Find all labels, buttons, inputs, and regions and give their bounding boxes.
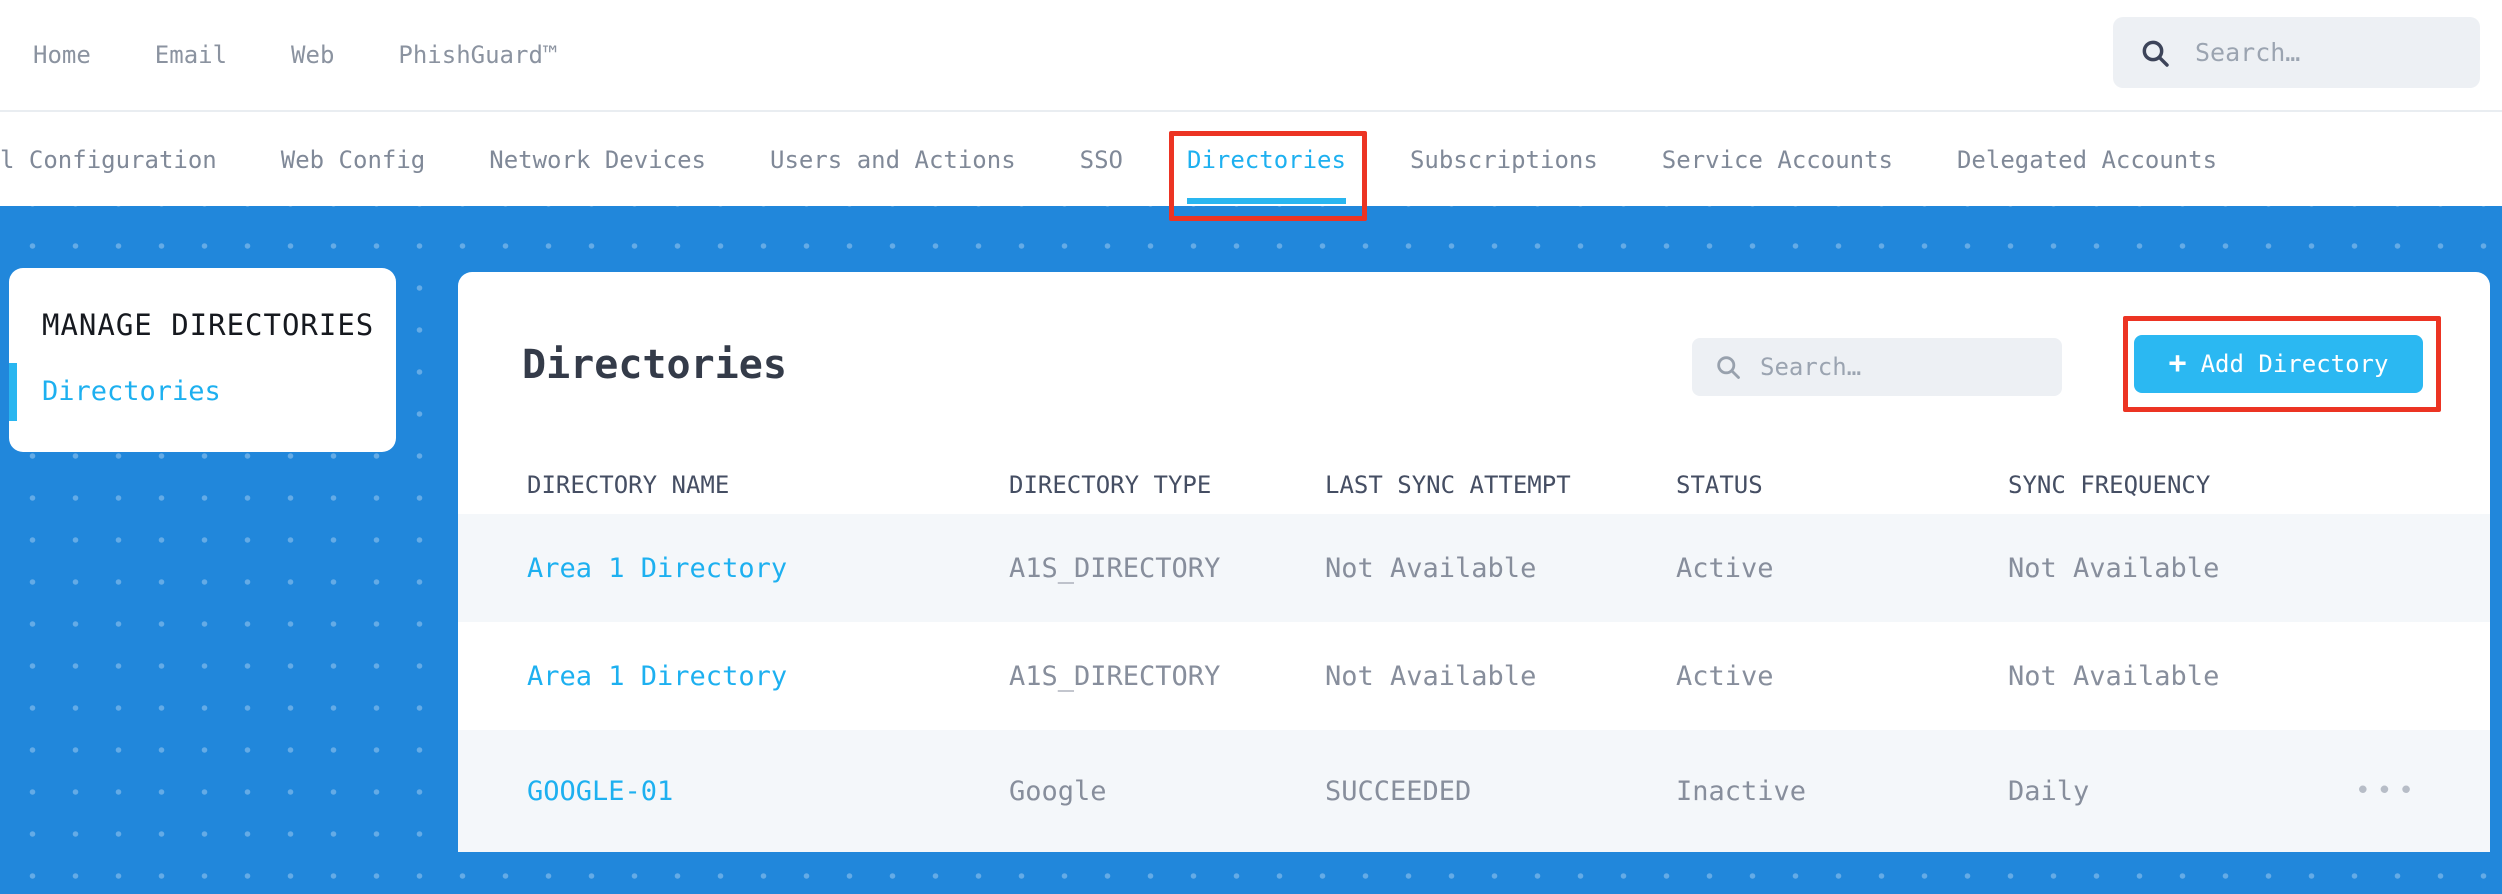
manage-directories-card: MANAGE DIRECTORIES Directories: [9, 268, 396, 452]
nav-home[interactable]: Home: [33, 41, 91, 69]
page-title: Directories: [522, 342, 787, 388]
sync-frequency: Not Available: [2008, 552, 2220, 584]
sync-frequency: Not Available: [2008, 660, 2220, 692]
tab-service-accounts[interactable]: Service Accounts: [1662, 114, 1893, 206]
table-row: Area 1 Directory A1S_DIRECTORY Not Avail…: [458, 622, 2490, 730]
col-directory-name: DIRECTORY NAME: [527, 470, 730, 499]
directory-type: Google: [1009, 775, 1107, 807]
directories-search-input[interactable]: Search…: [1692, 338, 2062, 396]
col-directory-type: DIRECTORY TYPE: [1009, 470, 1212, 499]
tab-users-and-actions[interactable]: Users and Actions: [770, 114, 1016, 206]
directories-table: DIRECTORY NAME DIRECTORY TYPE LAST SYNC …: [458, 455, 2490, 852]
annotation-box-add-directory: [2123, 316, 2441, 412]
sidebar-item-directories[interactable]: Directories: [42, 376, 221, 407]
tab-subscriptions[interactable]: Subscriptions: [1410, 114, 1598, 206]
search-icon: [1717, 356, 1740, 379]
sync-frequency: Daily: [2008, 775, 2090, 807]
directory-name-link[interactable]: Area 1 Directory: [527, 553, 1009, 584]
directory-name-link[interactable]: Area 1 Directory: [527, 661, 1009, 692]
tab-delegated-accounts[interactable]: Delegated Accounts: [1957, 114, 2217, 206]
active-item-indicator: [9, 363, 17, 421]
nav-phishguard[interactable]: PhishGuard™: [398, 41, 557, 69]
status: Inactive: [1676, 775, 1807, 807]
table-row: GOOGLE-01 Google SUCCEEDED Inactive Dail…: [458, 730, 2490, 852]
last-sync-attempt: Not Available: [1325, 552, 1537, 584]
directory-type: A1S_DIRECTORY: [1009, 660, 1221, 692]
directories-panel: Directories Search… + Add Directory DIRE…: [458, 272, 2490, 852]
table-header-row: DIRECTORY NAME DIRECTORY TYPE LAST SYNC …: [458, 455, 2490, 514]
sidebar-title: MANAGE DIRECTORIES: [42, 308, 375, 342]
last-sync-attempt: SUCCEEDED: [1325, 775, 1472, 807]
directories-search-placeholder: Search…: [1760, 353, 1862, 381]
tab-web-config[interactable]: Web Config: [281, 114, 426, 206]
directory-type: A1S_DIRECTORY: [1009, 552, 1221, 584]
status: Active: [1676, 552, 1774, 584]
last-sync-attempt: Not Available: [1325, 660, 1537, 692]
nav-web[interactable]: Web: [291, 41, 334, 69]
directory-name-link[interactable]: GOOGLE-01: [527, 776, 1009, 807]
search-icon: [2142, 40, 2169, 67]
annotation-box-directories-tab: [1169, 131, 1367, 221]
tab-sso[interactable]: SSO: [1080, 114, 1123, 206]
col-last-sync-attempt: LAST SYNC ATTEMPT: [1325, 470, 1571, 499]
nav-email[interactable]: Email: [155, 41, 227, 69]
more-options-icon[interactable]: •••: [2328, 776, 2490, 806]
col-sync-frequency: SYNC FREQUENCY: [2008, 470, 2211, 499]
col-status: STATUS: [1676, 470, 1763, 499]
table-row: Area 1 Directory A1S_DIRECTORY Not Avail…: [458, 514, 2490, 622]
status: Active: [1676, 660, 1774, 692]
tab-network-devices[interactable]: Network Devices: [489, 114, 706, 206]
content-background: MANAGE DIRECTORIES Directories Directori…: [0, 206, 2502, 894]
tab-email-configuration[interactable]: l Configuration: [0, 114, 217, 206]
primary-nav: Home Email Web PhishGuard™ Search…: [0, 0, 2502, 112]
global-search-input[interactable]: Search…: [2113, 17, 2480, 88]
global-search-placeholder: Search…: [2195, 38, 2301, 67]
